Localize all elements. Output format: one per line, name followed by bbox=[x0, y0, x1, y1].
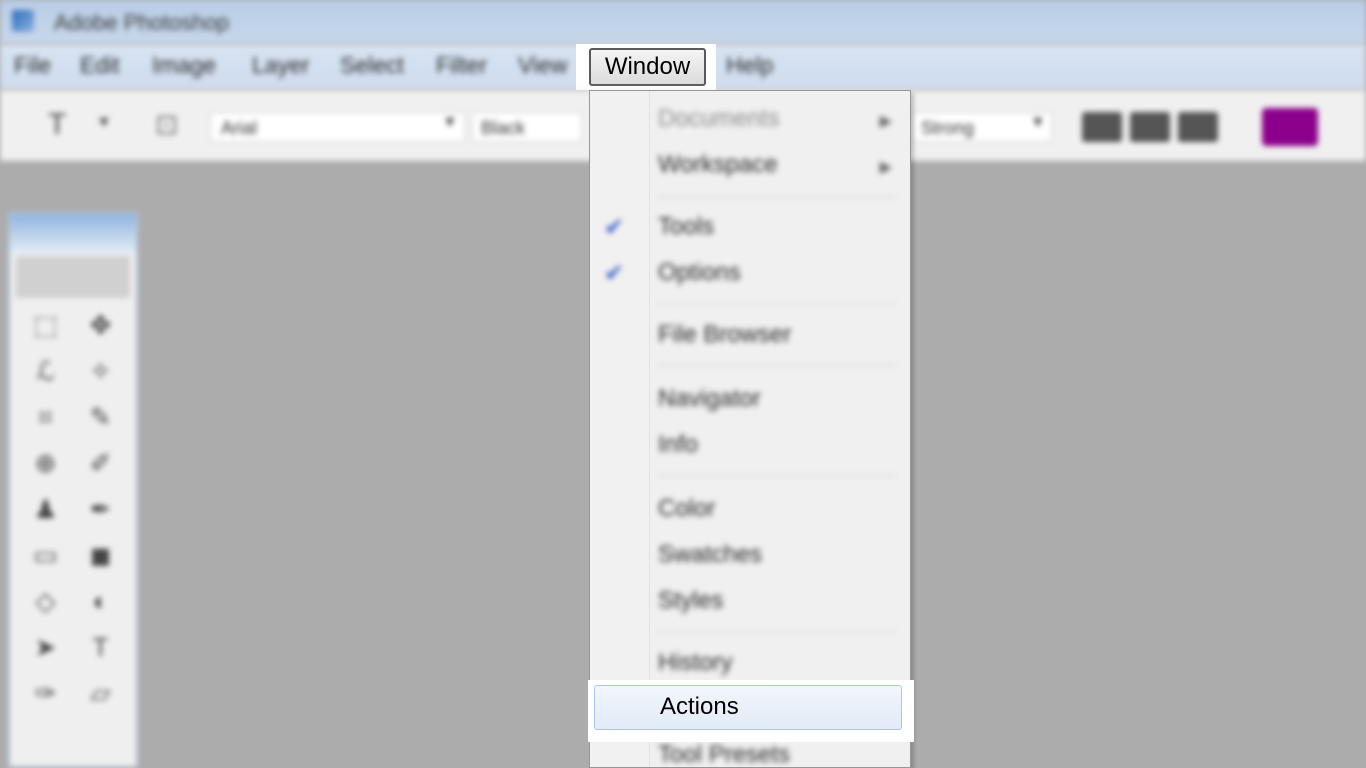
menu-item-tools[interactable]: Tools bbox=[658, 213, 714, 241]
toolbox: ⬚ ✥ ℒ ✧ ⌗ ✎ ⊕ ✐ ♟ ✒ ▭ ◼ ◇ ◐ ➤ T ✑ ▱ bbox=[8, 212, 138, 768]
menu-separator bbox=[656, 475, 896, 476]
menu-item-options[interactable]: Options bbox=[658, 259, 741, 287]
toolbox-header[interactable] bbox=[10, 214, 136, 254]
gradient-tool-icon[interactable]: ◼ bbox=[77, 540, 124, 576]
menu-item-workspace[interactable]: Workspace bbox=[658, 151, 778, 179]
align-left-icon[interactable] bbox=[1082, 112, 1122, 142]
blur-tool-icon[interactable]: ◇ bbox=[22, 586, 69, 622]
anti-alias-value: Strong bbox=[921, 118, 975, 138]
orientation-icon[interactable]: ⊡ bbox=[155, 108, 178, 141]
crop-tool-icon[interactable]: ⌗ bbox=[22, 402, 69, 438]
submenu-arrow-icon: ▶ bbox=[879, 159, 892, 176]
align-right-icon[interactable] bbox=[1178, 112, 1218, 142]
slice-tool-icon[interactable]: ✎ bbox=[77, 402, 124, 438]
clone-stamp-icon[interactable]: ♟ bbox=[22, 494, 69, 530]
menu-window[interactable]: Window bbox=[589, 48, 706, 86]
pen-tool-icon[interactable]: ✑ bbox=[22, 678, 69, 714]
menu-image[interactable]: Image bbox=[152, 52, 216, 79]
title-bar: Adobe Photoshop bbox=[0, 0, 1366, 44]
menu-item-history[interactable]: History bbox=[658, 649, 733, 677]
menu-select[interactable]: Select bbox=[340, 52, 404, 79]
chevron-down-icon[interactable]: ▼ bbox=[442, 114, 458, 132]
healing-brush-icon[interactable]: ⊕ bbox=[22, 448, 69, 484]
shape-tool-icon[interactable]: ▱ bbox=[77, 678, 124, 714]
move-tool-icon[interactable]: ✥ bbox=[77, 310, 124, 346]
menu-edit[interactable]: Edit bbox=[80, 52, 120, 79]
checkmark-icon: ✔ bbox=[604, 214, 625, 241]
eraser-tool-icon[interactable]: ▭ bbox=[22, 540, 69, 576]
type-tool-icon[interactable]: T bbox=[77, 632, 124, 668]
menu-separator bbox=[656, 303, 896, 304]
type-tool-icon[interactable]: T bbox=[48, 108, 78, 142]
photoshop-icon bbox=[12, 10, 34, 32]
align-center-icon[interactable] bbox=[1130, 112, 1170, 142]
text-align-group bbox=[1082, 112, 1232, 144]
menu-item-documents[interactable]: Documents bbox=[658, 105, 779, 133]
font-style-select[interactable]: Black bbox=[472, 112, 582, 142]
history-brush-icon[interactable]: ✒ bbox=[77, 494, 124, 530]
font-style-value: Black bbox=[481, 118, 526, 138]
toolbox-logo[interactable] bbox=[16, 256, 130, 298]
menu-item-swatches[interactable]: Swatches bbox=[658, 541, 762, 569]
font-family-select[interactable]: Arial bbox=[210, 112, 465, 142]
menu-separator bbox=[656, 197, 896, 198]
menu-items-blurred: Documents ▶ Workspace ▶ ✔ Tools ✔ Option… bbox=[590, 91, 910, 768]
tools-grid: ⬚ ✥ ℒ ✧ ⌗ ✎ ⊕ ✐ ♟ ✒ ▭ ◼ ◇ ◐ ➤ T ✑ ▱ bbox=[10, 300, 136, 724]
menu-file[interactable]: File bbox=[14, 52, 51, 79]
checkmark-icon: ✔ bbox=[604, 260, 625, 287]
menu-item-file-browser[interactable]: File Browser bbox=[658, 321, 791, 349]
submenu-arrow-icon: ▶ bbox=[879, 113, 892, 130]
chevron-down-icon[interactable]: ▼ bbox=[96, 114, 112, 132]
magic-wand-icon[interactable]: ✧ bbox=[77, 356, 124, 392]
menu-help[interactable]: Help bbox=[726, 52, 773, 79]
chevron-down-icon[interactable]: ▼ bbox=[1030, 114, 1046, 132]
menu-item-actions-label: Actions bbox=[660, 693, 739, 720]
dodge-tool-icon[interactable]: ◐ bbox=[77, 586, 124, 622]
brush-tool-icon[interactable]: ✐ bbox=[77, 448, 124, 484]
menu-filter[interactable]: Filter bbox=[436, 52, 487, 79]
menu-item-color[interactable]: Color bbox=[658, 495, 715, 523]
text-color-swatch[interactable] bbox=[1262, 108, 1318, 146]
menu-item-styles[interactable]: Styles bbox=[658, 587, 723, 615]
menu-item-info[interactable]: Info bbox=[658, 431, 698, 459]
menu-layer[interactable]: Layer bbox=[252, 52, 310, 79]
menu-item-tool-presets[interactable]: Tool Presets bbox=[658, 741, 790, 768]
marquee-tool-icon[interactable]: ⬚ bbox=[22, 310, 69, 346]
window-title: Adobe Photoshop bbox=[54, 10, 229, 35]
window-menu-dropdown: Documents ▶ Workspace ▶ ✔ Tools ✔ Option… bbox=[589, 90, 911, 768]
font-family-value: Arial bbox=[221, 118, 258, 138]
menu-separator bbox=[656, 365, 896, 366]
path-select-icon[interactable]: ➤ bbox=[22, 632, 69, 668]
lasso-tool-icon[interactable]: ℒ bbox=[22, 356, 69, 392]
menu-item-navigator[interactable]: Navigator bbox=[658, 385, 761, 413]
menu-item-actions[interactable]: Actions bbox=[594, 685, 902, 730]
menu-separator bbox=[656, 631, 896, 632]
menu-view[interactable]: View bbox=[518, 52, 567, 79]
